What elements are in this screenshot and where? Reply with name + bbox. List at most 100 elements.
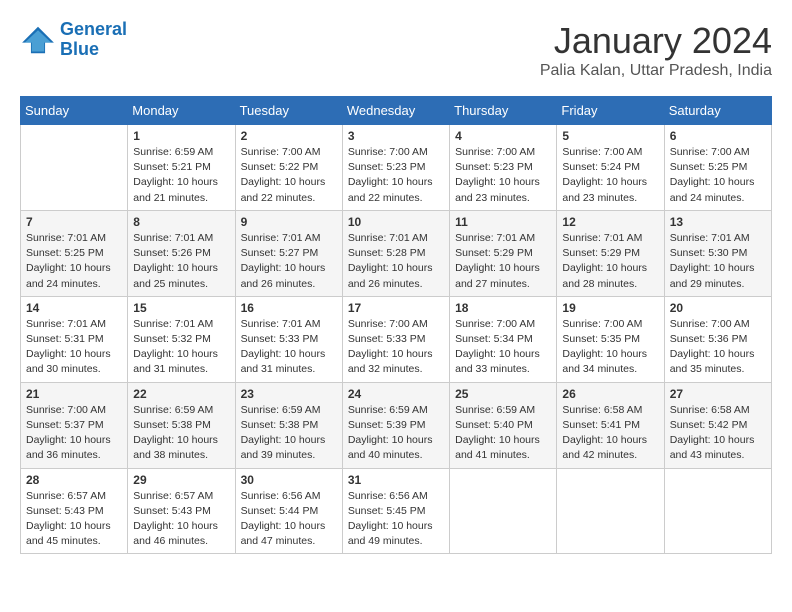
day-number: 3: [348, 129, 444, 143]
weekday-header-friday: Friday: [557, 97, 664, 125]
day-number: 9: [241, 215, 337, 229]
week-row-2: 7 Sunrise: 7:01 AM Sunset: 5:25 PM Daylig…: [21, 210, 772, 296]
day-info: Sunrise: 7:01 AM Sunset: 5:32 PM Dayligh…: [133, 317, 229, 378]
calendar-cell: 2 Sunrise: 7:00 AM Sunset: 5:22 PM Daylig…: [235, 125, 342, 211]
calendar-cell: [664, 468, 771, 554]
day-number: 20: [670, 301, 766, 315]
logo: General Blue: [20, 20, 127, 60]
logo-general: General: [60, 19, 127, 39]
calendar-cell: 10 Sunrise: 7:01 AM Sunset: 5:28 PM Dayli…: [342, 210, 449, 296]
calendar-cell: [450, 468, 557, 554]
day-info: Sunrise: 6:59 AM Sunset: 5:38 PM Dayligh…: [133, 403, 229, 464]
calendar-cell: 31 Sunrise: 6:56 AM Sunset: 5:45 PM Dayli…: [342, 468, 449, 554]
day-number: 2: [241, 129, 337, 143]
logo-text: General Blue: [60, 20, 127, 60]
calendar-cell: [557, 468, 664, 554]
calendar-cell: 18 Sunrise: 7:00 AM Sunset: 5:34 PM Dayli…: [450, 296, 557, 382]
day-number: 18: [455, 301, 551, 315]
day-number: 8: [133, 215, 229, 229]
calendar-cell: 8 Sunrise: 7:01 AM Sunset: 5:26 PM Daylig…: [128, 210, 235, 296]
day-number: 16: [241, 301, 337, 315]
calendar-table: SundayMondayTuesdayWednesdayThursdayFrid…: [20, 96, 772, 554]
day-info: Sunrise: 7:00 AM Sunset: 5:35 PM Dayligh…: [562, 317, 658, 378]
day-number: 26: [562, 387, 658, 401]
day-info: Sunrise: 6:59 AM Sunset: 5:38 PM Dayligh…: [241, 403, 337, 464]
calendar-cell: 7 Sunrise: 7:01 AM Sunset: 5:25 PM Daylig…: [21, 210, 128, 296]
calendar-cell: 19Sunrise: 7:00 AM Sunset: 5:35 PM Dayli…: [557, 296, 664, 382]
day-info: Sunrise: 6:58 AM Sunset: 5:41 PM Dayligh…: [562, 403, 658, 464]
day-number: 23: [241, 387, 337, 401]
day-info: Sunrise: 7:00 AM Sunset: 5:34 PM Dayligh…: [455, 317, 551, 378]
calendar-cell: 9Sunrise: 7:01 AM Sunset: 5:27 PM Daylig…: [235, 210, 342, 296]
day-number: 28: [26, 473, 122, 487]
day-number: 30: [241, 473, 337, 487]
day-info: Sunrise: 7:01 AM Sunset: 5:26 PM Dayligh…: [133, 231, 229, 292]
calendar-cell: 24Sunrise: 6:59 AM Sunset: 5:39 PM Dayli…: [342, 382, 449, 468]
day-info: Sunrise: 7:01 AM Sunset: 5:25 PM Dayligh…: [26, 231, 122, 292]
day-number: 15: [133, 301, 229, 315]
calendar-cell: 16Sunrise: 7:01 AM Sunset: 5:33 PM Dayli…: [235, 296, 342, 382]
calendar-cell: 13 Sunrise: 7:01 AM Sunset: 5:30 PM Dayli…: [664, 210, 771, 296]
day-number: 13: [670, 215, 766, 229]
calendar-cell: 15 Sunrise: 7:01 AM Sunset: 5:32 PM Dayli…: [128, 296, 235, 382]
weekday-header-saturday: Saturday: [664, 97, 771, 125]
day-info: Sunrise: 6:59 AM Sunset: 5:39 PM Dayligh…: [348, 403, 444, 464]
day-info: Sunrise: 6:57 AM Sunset: 5:43 PM Dayligh…: [26, 489, 122, 550]
month-title: January 2024: [540, 20, 772, 62]
location: Palia Kalan, Uttar Pradesh, India: [540, 62, 772, 80]
weekday-header-monday: Monday: [128, 97, 235, 125]
day-number: 22: [133, 387, 229, 401]
weekday-header-thursday: Thursday: [450, 97, 557, 125]
calendar-cell: 17 Sunrise: 7:00 AM Sunset: 5:33 PM Dayli…: [342, 296, 449, 382]
calendar-cell: 1 Sunrise: 6:59 AM Sunset: 5:21 PM Daylig…: [128, 125, 235, 211]
day-info: Sunrise: 6:59 AM Sunset: 5:40 PM Dayligh…: [455, 403, 551, 464]
day-info: Sunrise: 7:01 AM Sunset: 5:29 PM Dayligh…: [562, 231, 658, 292]
day-info: Sunrise: 7:00 AM Sunset: 5:25 PM Dayligh…: [670, 145, 766, 206]
day-info: Sunrise: 7:01 AM Sunset: 5:30 PM Dayligh…: [670, 231, 766, 292]
day-info: Sunrise: 7:01 AM Sunset: 5:28 PM Dayligh…: [348, 231, 444, 292]
calendar-cell: 5 Sunrise: 7:00 AM Sunset: 5:24 PM Daylig…: [557, 125, 664, 211]
day-number: 7: [26, 215, 122, 229]
calendar-cell: 4 Sunrise: 7:00 AM Sunset: 5:23 PM Daylig…: [450, 125, 557, 211]
day-number: 5: [562, 129, 658, 143]
day-number: 25: [455, 387, 551, 401]
day-number: 6: [670, 129, 766, 143]
weekday-header-tuesday: Tuesday: [235, 97, 342, 125]
day-number: 27: [670, 387, 766, 401]
day-info: Sunrise: 7:00 AM Sunset: 5:22 PM Dayligh…: [241, 145, 337, 206]
day-number: 1: [133, 129, 229, 143]
calendar-cell: 12 Sunrise: 7:01 AM Sunset: 5:29 PM Dayli…: [557, 210, 664, 296]
calendar-cell: 14 Sunrise: 7:01 AM Sunset: 5:31 PM Dayli…: [21, 296, 128, 382]
day-number: 12: [562, 215, 658, 229]
day-info: Sunrise: 7:00 AM Sunset: 5:37 PM Dayligh…: [26, 403, 122, 464]
day-number: 29: [133, 473, 229, 487]
calendar-cell: 25 Sunrise: 6:59 AM Sunset: 5:40 PM Dayli…: [450, 382, 557, 468]
day-info: Sunrise: 7:00 AM Sunset: 5:23 PM Dayligh…: [455, 145, 551, 206]
title-block: January 2024 Palia Kalan, Uttar Pradesh,…: [540, 20, 772, 80]
week-row-1: 1 Sunrise: 6:59 AM Sunset: 5:21 PM Daylig…: [21, 125, 772, 211]
page-header: General Blue January 2024 Palia Kalan, U…: [20, 20, 772, 80]
day-number: 17: [348, 301, 444, 315]
calendar-body: 1 Sunrise: 6:59 AM Sunset: 5:21 PM Daylig…: [21, 125, 772, 554]
logo-blue: Blue: [60, 39, 99, 59]
weekday-row: SundayMondayTuesdayWednesdayThursdayFrid…: [21, 97, 772, 125]
calendar-cell: [21, 125, 128, 211]
calendar-cell: 26 Sunrise: 6:58 AM Sunset: 5:41 PM Dayli…: [557, 382, 664, 468]
logo-icon: [20, 25, 56, 55]
day-info: Sunrise: 7:00 AM Sunset: 5:36 PM Dayligh…: [670, 317, 766, 378]
day-number: 14: [26, 301, 122, 315]
calendar-cell: 29Sunrise: 6:57 AM Sunset: 5:43 PM Dayli…: [128, 468, 235, 554]
week-row-3: 14 Sunrise: 7:01 AM Sunset: 5:31 PM Dayli…: [21, 296, 772, 382]
day-info: Sunrise: 7:00 AM Sunset: 5:23 PM Dayligh…: [348, 145, 444, 206]
day-info: Sunrise: 7:00 AM Sunset: 5:24 PM Dayligh…: [562, 145, 658, 206]
day-info: Sunrise: 6:56 AM Sunset: 5:45 PM Dayligh…: [348, 489, 444, 550]
day-number: 11: [455, 215, 551, 229]
day-number: 31: [348, 473, 444, 487]
day-number: 4: [455, 129, 551, 143]
day-info: Sunrise: 7:00 AM Sunset: 5:33 PM Dayligh…: [348, 317, 444, 378]
week-row-5: 28 Sunrise: 6:57 AM Sunset: 5:43 PM Dayli…: [21, 468, 772, 554]
calendar-cell: 20 Sunrise: 7:00 AM Sunset: 5:36 PM Dayli…: [664, 296, 771, 382]
day-info: Sunrise: 6:59 AM Sunset: 5:21 PM Dayligh…: [133, 145, 229, 206]
day-info: Sunrise: 7:01 AM Sunset: 5:31 PM Dayligh…: [26, 317, 122, 378]
day-number: 10: [348, 215, 444, 229]
